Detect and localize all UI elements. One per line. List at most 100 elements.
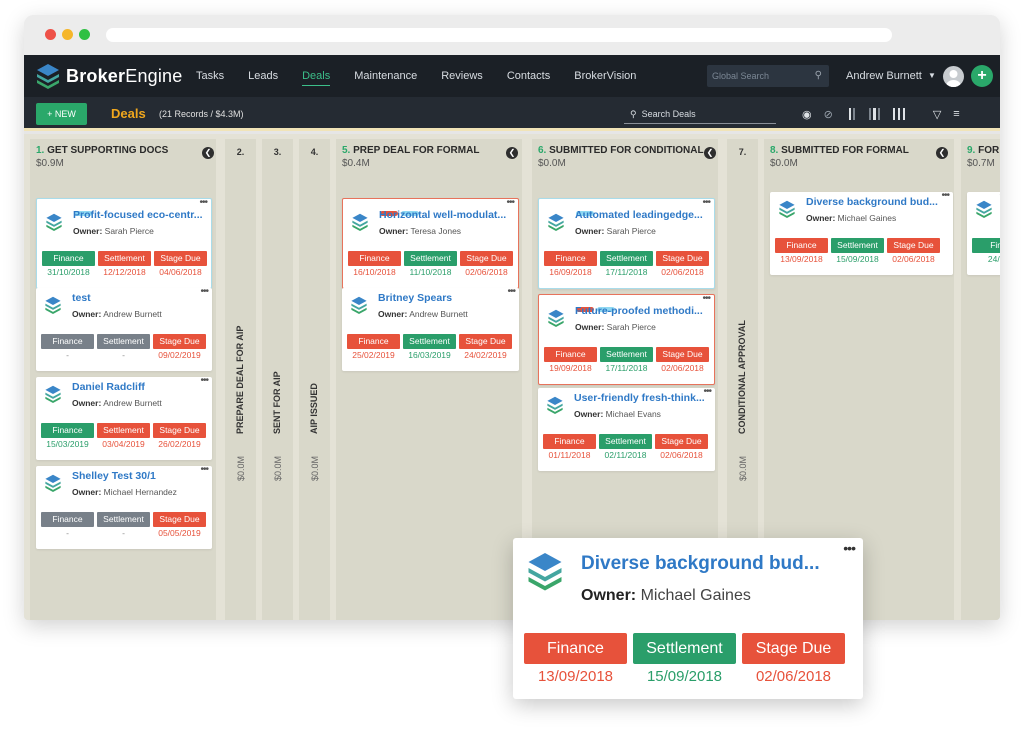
status-pill-finance[interactable]: Finance: [41, 512, 94, 527]
deal-title[interactable]: User-friendly fresh-think...: [574, 392, 706, 404]
deal-title[interactable]: Automated leadingedge...: [575, 209, 707, 221]
status-date: 02/11/2018: [604, 450, 647, 460]
quick-add-button[interactable]: +: [971, 65, 993, 87]
status-pill-finance[interactable]: Finance: [41, 334, 94, 349]
deal-title[interactable]: Future-proofed methodi...: [575, 305, 707, 317]
deal-title[interactable]: Horizontal well-modulat...: [379, 209, 511, 221]
deal-card[interactable]: ••• Future-proofed methodi... Owner: Sarah…: [538, 293, 715, 385]
nav-item-tasks[interactable]: Tasks: [184, 55, 236, 97]
deal-card[interactable]: ••• test Owner: Andrew Burnett Finance Settl…: [36, 286, 212, 371]
deal-title[interactable]: Britney Spears: [378, 292, 510, 304]
nav-item-maintenance[interactable]: Maintenance: [342, 55, 429, 97]
status-pill-finance[interactable]: Fina: [972, 238, 1000, 253]
collapse-column-button[interactable]: ❮: [506, 147, 518, 159]
nav-item-brokervision[interactable]: BrokerVision: [562, 55, 648, 97]
deal-card[interactable]: ••• Britney Spears Owner: Andrew Burnett Fi…: [342, 286, 519, 371]
status-pill-stage-due[interactable]: Stage Due: [655, 434, 708, 449]
eye-icon[interactable]: ◉: [802, 108, 812, 121]
deal-title[interactable]: Shelley Test 30/1: [72, 470, 203, 482]
zoomed-deal-card[interactable]: Diverse background bud... Owner: Michael…: [513, 538, 863, 699]
status-pill-stage-due[interactable]: Stage Due: [656, 347, 709, 362]
status-date: 24/02/2019: [464, 350, 507, 360]
collapse-column-button[interactable]: ❮: [704, 147, 716, 159]
deal-title[interactable]: Diverse background bud...: [806, 196, 944, 208]
status-pill-stage-due[interactable]: Stage Due: [153, 423, 206, 438]
maximize-window-dot[interactable]: [79, 29, 90, 40]
search-icon[interactable]: ⚲: [815, 65, 822, 87]
status-pill-finance[interactable]: Finance: [524, 633, 627, 664]
status-pill-settlement[interactable]: Settlement: [633, 633, 736, 664]
deal-card[interactable]: ••• Shelley Test 30/1 Owner: Michael Herna…: [36, 464, 212, 549]
status-pill-finance[interactable]: Finance: [543, 434, 596, 449]
nav-item-deals[interactable]: Deals: [290, 55, 342, 97]
deal-card[interactable]: ••• Fina24/02: [967, 190, 1000, 275]
status-pill-finance[interactable]: Finance: [544, 347, 597, 362]
deal-stack-icon: [547, 309, 565, 327]
more-options-icon[interactable]: •••: [199, 197, 207, 208]
more-options-icon[interactable]: •••: [702, 293, 710, 304]
status-pill-settlement[interactable]: Settlement: [97, 512, 150, 527]
column-width-icon[interactable]: [847, 106, 919, 122]
deal-card[interactable]: ••• User-friendly fresh-think... Owner: Mi…: [538, 386, 715, 471]
eye-off-icon[interactable]: ⊘: [824, 108, 833, 121]
filter-icon[interactable]: ▽: [933, 108, 941, 121]
collapse-column-button[interactable]: ❮: [936, 147, 948, 159]
deal-title[interactable]: test: [72, 292, 203, 304]
status-pill-settlement[interactable]: Settlement: [600, 347, 653, 362]
status-date: 15/09/2018: [836, 254, 879, 264]
nav-item-reviews[interactable]: Reviews: [429, 55, 495, 97]
new-deal-button[interactable]: + NEW: [36, 103, 87, 125]
collapse-column-button[interactable]: ❮: [202, 147, 214, 159]
status-pill-stage-due[interactable]: Stage Due: [459, 334, 512, 349]
status-pill-settlement[interactable]: Settlement: [404, 251, 457, 266]
avatar[interactable]: [943, 66, 964, 87]
status-pill-finance[interactable]: Finance: [348, 251, 401, 266]
status-dates: 01/11/2018 02/11/2018 02/06/2018: [543, 450, 708, 460]
status-pill-finance[interactable]: Finance: [544, 251, 597, 266]
more-options-icon[interactable]: •••: [999, 190, 1000, 201]
status-pill-finance[interactable]: Finance: [347, 334, 400, 349]
minimize-window-dot[interactable]: [62, 29, 73, 40]
deal-title[interactable]: Profit-focused eco-centr...: [73, 209, 204, 221]
close-window-dot[interactable]: [45, 29, 56, 40]
status-pill-settlement[interactable]: Settlement: [403, 334, 456, 349]
column-sent-for-aip[interactable]: 3. SENT FOR AIP $0.0M: [262, 139, 293, 620]
status-pill-stage-due[interactable]: Stage Due: [656, 251, 709, 266]
status-pill-settlement[interactable]: Settlement: [97, 423, 150, 438]
status-pill-stage-due[interactable]: Stage Due: [742, 633, 845, 664]
deal-title[interactable]: Diverse background bud...: [581, 553, 820, 575]
status-pill-settlement[interactable]: Settlement: [599, 434, 652, 449]
status-pill-finance[interactable]: Finance: [42, 251, 95, 266]
nav-item-leads[interactable]: Leads: [236, 55, 290, 97]
list-view-icon[interactable]: ≡: [953, 108, 959, 120]
global-search-input[interactable]: Global Search ⚲: [707, 65, 829, 87]
search-deals-input[interactable]: ⚲ Search Deals: [624, 105, 776, 124]
deal-card[interactable]: ••• Horizontal well-modulat... Owner: Tere…: [342, 197, 519, 289]
status-pill-stage-due[interactable]: Stage Due: [154, 251, 207, 266]
status-pill-settlement[interactable]: Settlement: [98, 251, 151, 266]
deal-title[interactable]: Daniel Radcliff: [72, 381, 203, 393]
user-name[interactable]: Andrew Burnett: [846, 55, 922, 97]
deal-card[interactable]: ••• Diverse background bud... Owner: Micha…: [770, 190, 953, 275]
status-pill-finance[interactable]: Finance: [41, 423, 94, 438]
status-pill-stage-due[interactable]: Stage Due: [887, 238, 940, 253]
deal-card[interactable]: ••• Profit-focused eco-centr... Owner: Sar…: [36, 197, 212, 289]
status-pill-stage-due[interactable]: Stage Due: [460, 251, 513, 266]
chevron-down-icon[interactable]: ▼: [928, 55, 936, 97]
status-pill-settlement[interactable]: Settlement: [831, 238, 884, 253]
status-pill-stage-due[interactable]: Stage Due: [153, 334, 206, 349]
address-bar[interactable]: [106, 28, 892, 42]
status-pill-finance[interactable]: Finance: [775, 238, 828, 253]
more-options-icon[interactable]: •••: [843, 540, 856, 556]
status-pill-stage-due[interactable]: Stage Due: [153, 512, 206, 527]
status-pill-settlement[interactable]: Settlement: [97, 334, 150, 349]
status-pill-settlement[interactable]: Settlement: [600, 251, 653, 266]
nav-item-contacts[interactable]: Contacts: [495, 55, 562, 97]
column-prepare-deal-for-aip[interactable]: 2. PREPARE DEAL FOR AIP $0.0M: [225, 139, 256, 620]
column-aip-issued[interactable]: 4. AIP ISSUED $0.0M: [299, 139, 330, 620]
more-options-icon[interactable]: •••: [702, 197, 710, 208]
brand-logo[interactable]: BrokerEngine: [36, 63, 184, 89]
deal-card[interactable]: ••• Automated leadingedge... Owner: Sarah …: [538, 197, 715, 289]
more-options-icon[interactable]: •••: [506, 197, 514, 208]
deal-card[interactable]: ••• Daniel Radcliff Owner: Andrew Burnett F…: [36, 375, 212, 460]
